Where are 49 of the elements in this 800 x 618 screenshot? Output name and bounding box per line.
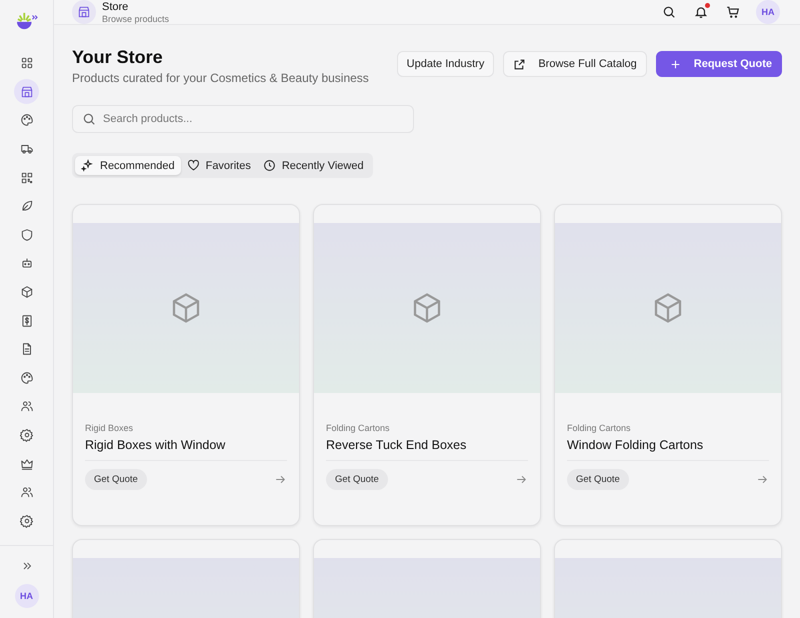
- chevrons-icon: [20, 560, 32, 572]
- crown-icon: [20, 456, 34, 471]
- page-subtitle: Products curated for your Cosmetics & Beauty business: [72, 71, 369, 85]
- bot-icon: [20, 256, 34, 270]
- search-icon: [82, 112, 96, 126]
- sidebar-item[interactable]: [14, 79, 39, 104]
- tab[interactable]: Recommended: [75, 156, 181, 175]
- store-icon: [20, 84, 34, 99]
- user-avatar[interactable]: HA: [14, 584, 38, 608]
- truck-icon: [20, 142, 34, 156]
- qr-icon: [20, 170, 34, 185]
- product-category: Rigid Boxes: [85, 423, 134, 433]
- product-title: Rigid Boxes with Window: [85, 438, 287, 461]
- sparkles-icon: [81, 159, 94, 172]
- product-title: Reverse Tuck End Boxes: [326, 438, 528, 461]
- leaf-icon: [20, 199, 34, 214]
- arrow-right-icon: [274, 473, 287, 486]
- palette-icon: [20, 370, 34, 385]
- page-title: Your Store: [72, 47, 164, 68]
- product-category: Folding Cartons: [326, 423, 391, 433]
- box-icon: [20, 285, 34, 300]
- users-icon: [20, 399, 34, 414]
- plus-icon: [668, 58, 682, 70]
- palette-icon: [20, 113, 34, 128]
- external-link-icon: [513, 58, 526, 70]
- shield-icon: [20, 228, 34, 242]
- catalog-button[interactable]: Browse Full Catalog: [503, 51, 647, 77]
- header-title: Store: [102, 0, 130, 12]
- users-icon: [20, 485, 34, 500]
- arrow-right-icon: [515, 473, 528, 486]
- tab[interactable]: Favorites: [180, 156, 257, 175]
- get-quote-button[interactable]: Get Quote: [85, 469, 147, 490]
- heart-icon: [186, 159, 200, 172]
- search-field[interactable]: Search products...: [72, 105, 414, 133]
- arrow-right-icon: [756, 473, 769, 486]
- dollar-icon: [20, 314, 34, 328]
- header-subtitle: Browse products: [102, 14, 170, 24]
- gear-icon: [20, 428, 34, 442]
- get-quote-button[interactable]: Get Quote: [326, 469, 388, 490]
- tab[interactable]: Recently Viewed: [256, 156, 370, 175]
- get-quote-button[interactable]: Get Quote: [567, 469, 629, 490]
- request-quote-button[interactable]: Request Quote: [656, 51, 782, 77]
- user-avatar[interactable]: HA: [756, 0, 780, 24]
- product-category: Folding Cartons: [567, 423, 632, 433]
- gear-icon: [20, 514, 34, 528]
- grid-icon: [20, 56, 34, 70]
- industry-button[interactable]: Update Industry: [396, 51, 494, 77]
- clock-icon: [262, 159, 276, 172]
- product-title: Window Folding Cartons: [567, 438, 769, 461]
